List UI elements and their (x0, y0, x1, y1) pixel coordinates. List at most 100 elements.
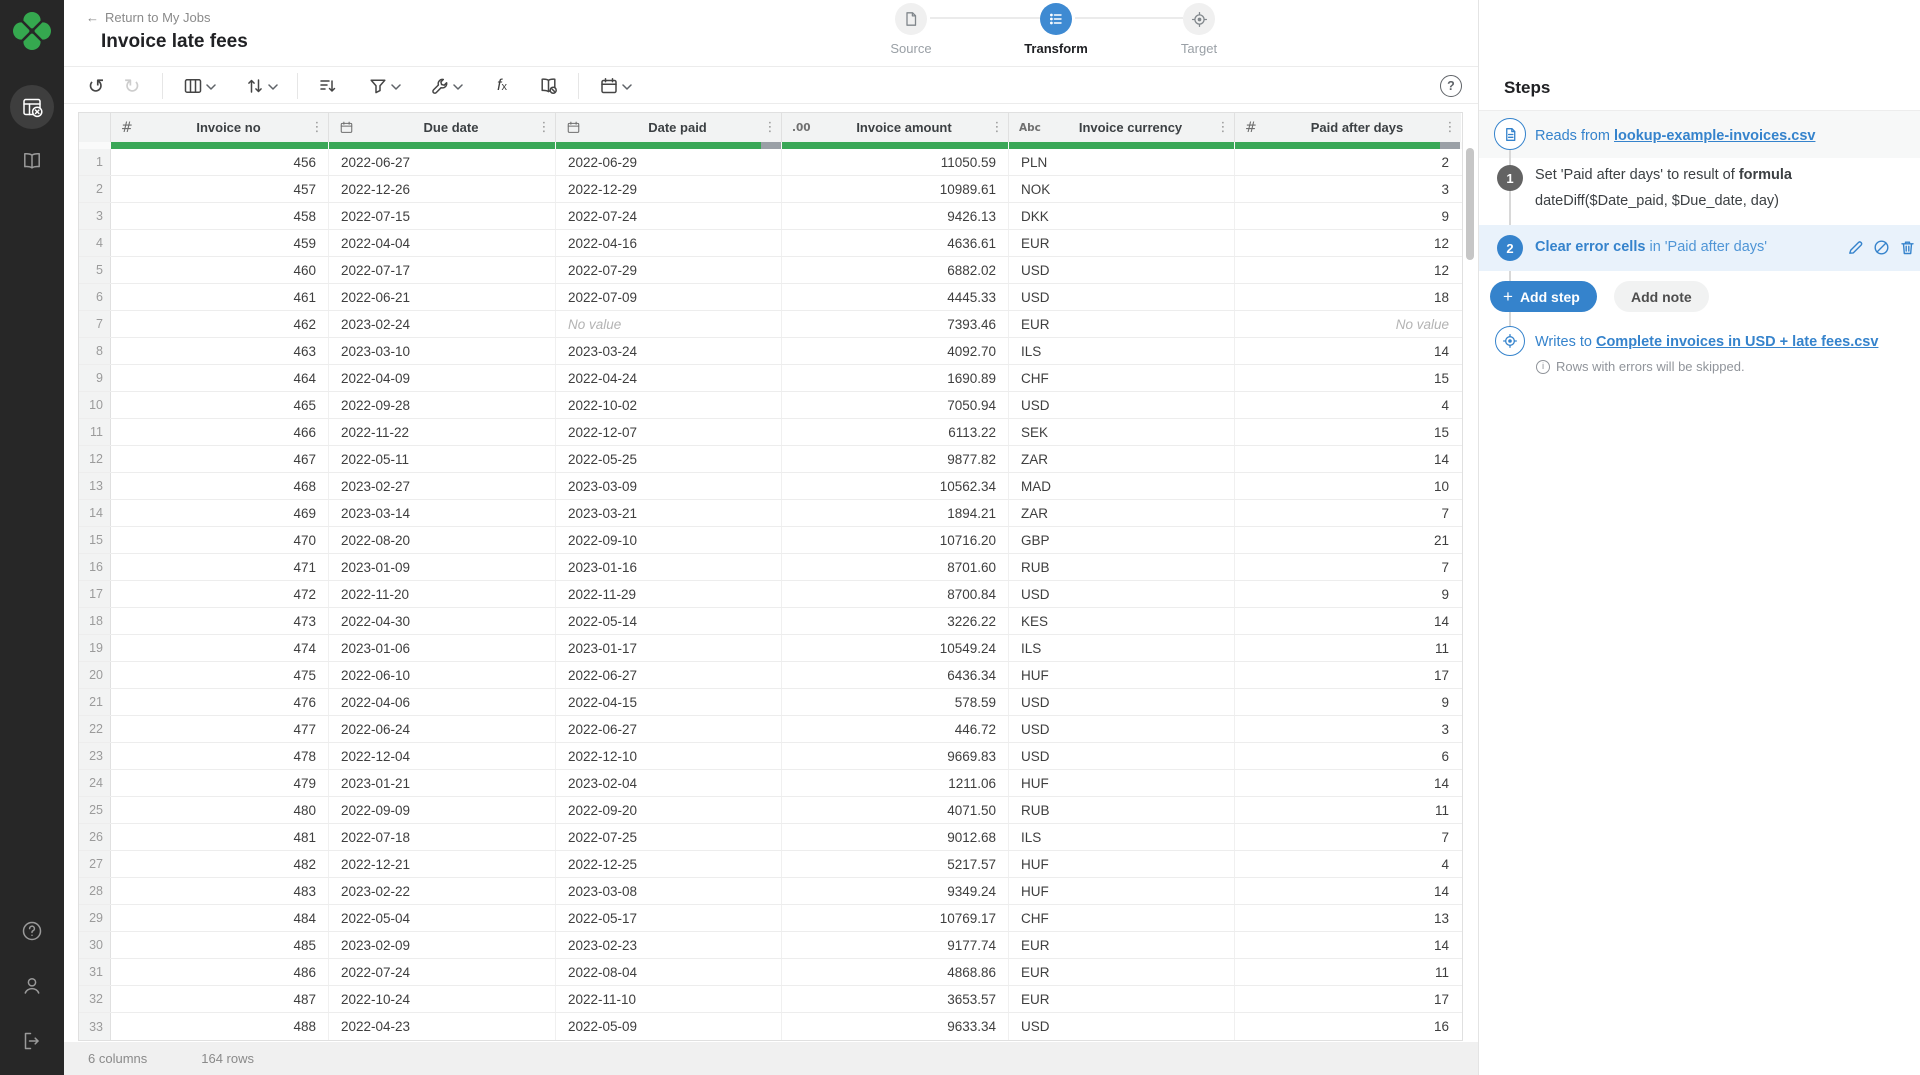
help-icon[interactable] (10, 909, 54, 953)
table-cell[interactable]: 1211.06 (782, 770, 1009, 796)
table-cell[interactable]: HUF (1009, 851, 1235, 877)
table-cell[interactable]: RUB (1009, 554, 1235, 580)
table-cell[interactable]: HUF (1009, 770, 1235, 796)
table-cell[interactable]: 8701.60 (782, 554, 1009, 580)
table-cell[interactable]: 457 (111, 176, 329, 202)
table-cell[interactable]: 2022-12-07 (556, 419, 782, 445)
table-cell[interactable]: 14 (1235, 446, 1461, 472)
toolbar-help-icon[interactable]: ? (1440, 75, 1462, 97)
table-cell[interactable]: 4636.61 (782, 230, 1009, 256)
table-cell[interactable]: 469 (111, 500, 329, 526)
add-note-button[interactable]: Add note (1614, 281, 1709, 312)
table-cell[interactable]: 14 (1235, 878, 1461, 904)
table-cell[interactable]: 2022-05-11 (329, 446, 556, 472)
table-cell[interactable]: 6 (1235, 743, 1461, 769)
table-cell[interactable]: 13 (1235, 905, 1461, 931)
table-cell[interactable]: 2022-12-25 (556, 851, 782, 877)
table-cell[interactable]: 7050.94 (782, 392, 1009, 418)
table-cell[interactable]: 2022-11-10 (556, 986, 782, 1012)
table-cell[interactable]: ILS (1009, 338, 1235, 364)
table-cell[interactable]: 14 (1235, 608, 1461, 634)
table-cell[interactable]: 11 (1235, 959, 1461, 985)
column-header-paid-after-days[interactable]: # Paid after days ⋮ (1235, 113, 1461, 142)
table-cell[interactable]: 2022-09-28 (329, 392, 556, 418)
table-cell[interactable]: 14 (1235, 770, 1461, 796)
filter-menu-button[interactable] (360, 72, 408, 100)
table-cell[interactable]: 2022-06-10 (329, 662, 556, 688)
target-file-link[interactable]: Complete invoices in USD + late fees.csv (1596, 334, 1878, 350)
table-cell[interactable]: 9 (1235, 689, 1461, 715)
table-cell[interactable]: 16 (1235, 1013, 1461, 1040)
table-cell[interactable]: GBP (1009, 527, 1235, 553)
table-cell[interactable]: 2023-02-04 (556, 770, 782, 796)
table-cell[interactable]: 2022-07-24 (329, 959, 556, 985)
table-cell[interactable]: NOK (1009, 176, 1235, 202)
table-cell[interactable]: 2022-06-27 (329, 149, 556, 175)
table-cell[interactable]: 476 (111, 689, 329, 715)
table-cell[interactable]: 456 (111, 149, 329, 175)
table-cell[interactable]: 2022-07-17 (329, 257, 556, 283)
table-cell[interactable]: 2023-01-21 (329, 770, 556, 796)
table-cell[interactable]: 9877.82 (782, 446, 1009, 472)
table-cell[interactable]: 9426.13 (782, 203, 1009, 229)
table-cell[interactable]: 459 (111, 230, 329, 256)
table-cell[interactable]: 14 (1235, 932, 1461, 958)
table-cell[interactable]: 2022-09-20 (556, 797, 782, 823)
table-cell[interactable]: 2022-07-15 (329, 203, 556, 229)
table-cell[interactable]: 2022-11-20 (329, 581, 556, 607)
table-cell[interactable]: 17 (1235, 986, 1461, 1012)
table-cell[interactable]: 2023-02-09 (329, 932, 556, 958)
table-cell[interactable]: 2022-09-10 (556, 527, 782, 553)
table-cell[interactable]: 484 (111, 905, 329, 931)
table-cell[interactable]: 2023-03-09 (556, 473, 782, 499)
table-cell[interactable]: EUR (1009, 959, 1235, 985)
table-cell[interactable]: 2022-06-27 (556, 662, 782, 688)
table-cell[interactable]: 463 (111, 338, 329, 364)
table-cell[interactable]: 2022-04-15 (556, 689, 782, 715)
table-cell[interactable]: 2022-11-29 (556, 581, 782, 607)
account-icon[interactable] (10, 964, 54, 1008)
table-cell[interactable]: 2023-01-09 (329, 554, 556, 580)
table-cell[interactable]: 4 (1235, 851, 1461, 877)
table-cell[interactable]: 7 (1235, 500, 1461, 526)
table-cell[interactable]: ZAR (1009, 446, 1235, 472)
delete-step-icon[interactable] (1899, 239, 1916, 256)
step-1-description[interactable]: Set 'Paid after days' to result of formu… (1535, 167, 1792, 183)
table-cell[interactable]: USD (1009, 581, 1235, 607)
table-cell[interactable]: EUR (1009, 311, 1235, 337)
app-logo-clover-icon[interactable] (12, 11, 52, 51)
column-menu-icon[interactable]: ⋮ (1443, 120, 1457, 135)
table-cell[interactable]: 2022-04-16 (556, 230, 782, 256)
table-cell[interactable]: 462 (111, 311, 329, 337)
table-cell[interactable]: 2022-04-30 (329, 608, 556, 634)
step-2-description[interactable]: Clear error cells in 'Paid after days' (1535, 239, 1767, 255)
table-cell[interactable]: 4445.33 (782, 284, 1009, 310)
back-to-jobs-link[interactable]: ← Return to My Jobs (86, 10, 211, 25)
undo-button[interactable]: ↺ (78, 72, 114, 100)
sidebar-item-jobs[interactable] (10, 85, 54, 129)
table-cell[interactable]: 477 (111, 716, 329, 742)
logout-icon[interactable] (10, 1019, 54, 1063)
lookup-button[interactable] (530, 72, 566, 100)
table-cell[interactable]: ZAR (1009, 500, 1235, 526)
add-step-button[interactable]: + Add step (1490, 281, 1597, 312)
table-cell[interactable]: 9 (1235, 581, 1461, 607)
table-cell[interactable]: SEK (1009, 419, 1235, 445)
table-cell[interactable]: 1690.89 (782, 365, 1009, 391)
table-cell[interactable]: 2022-06-21 (329, 284, 556, 310)
table-cell[interactable]: 15 (1235, 419, 1461, 445)
table-cell[interactable]: 7 (1235, 554, 1461, 580)
table-cell[interactable]: 464 (111, 365, 329, 391)
sort-menu-button[interactable] (237, 72, 285, 100)
stepper-step-transform[interactable]: Transform (1011, 3, 1101, 56)
table-cell[interactable]: 461 (111, 284, 329, 310)
table-cell[interactable]: EUR (1009, 986, 1235, 1012)
table-cell[interactable]: 3226.22 (782, 608, 1009, 634)
table-cell[interactable]: 2022-07-24 (556, 203, 782, 229)
table-cell[interactable]: 4 (1235, 392, 1461, 418)
table-cell[interactable]: 482 (111, 851, 329, 877)
table-cell[interactable]: 2022-10-24 (329, 986, 556, 1012)
table-cell[interactable]: 3 (1235, 716, 1461, 742)
table-cell[interactable]: 3653.57 (782, 986, 1009, 1012)
table-cell[interactable]: 2022-04-23 (329, 1013, 556, 1040)
